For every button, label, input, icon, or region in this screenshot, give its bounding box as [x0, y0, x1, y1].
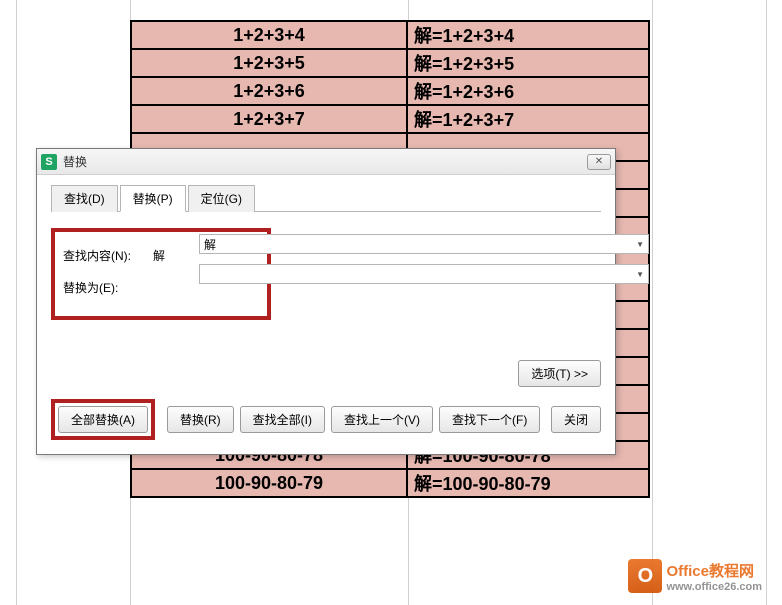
tab-replace[interactable]: 替换(P)	[120, 185, 186, 212]
find-all-button[interactable]: 查找全部(I)	[240, 406, 325, 433]
close-icon[interactable]: ✕	[587, 154, 611, 170]
table-row: 1+2+3+7解=1+2+3+7	[131, 105, 649, 133]
cell-b[interactable]: 解=1+2+3+7	[407, 105, 649, 133]
cell-a[interactable]: 1+2+3+7	[131, 105, 407, 133]
dialog-titlebar[interactable]: S 替换 ✕	[37, 149, 615, 175]
watermark-title: Office教程网	[666, 560, 762, 581]
find-what-label: 查找内容(N):	[63, 247, 153, 264]
cell-b[interactable]: 解=1+2+3+4	[407, 21, 649, 49]
replace-with-input[interactable]: ▼	[199, 264, 649, 284]
tab-find[interactable]: 查找(D)	[51, 185, 118, 212]
replace-with-label: 替换为(E):	[63, 279, 153, 296]
replace-all-highlight: 全部替换(A)	[51, 399, 155, 440]
close-button[interactable]: 关闭	[551, 406, 601, 433]
table-row: 100-90-80-79解=100-90-80-79	[131, 469, 649, 497]
wps-icon: S	[41, 154, 57, 170]
table-row: 1+2+3+6解=1+2+3+6	[131, 77, 649, 105]
chevron-down-icon[interactable]: ▼	[636, 240, 644, 249]
watermark-logo-icon: O	[628, 559, 662, 593]
table-row: 1+2+3+5解=1+2+3+5	[131, 49, 649, 77]
tab-goto[interactable]: 定位(G)	[188, 185, 255, 212]
options-button[interactable]: 选项(T) >>	[518, 360, 601, 387]
find-next-button[interactable]: 查找下一个(F)	[439, 406, 540, 433]
table-row: 1+2+3+4解=1+2+3+4	[131, 21, 649, 49]
replace-all-button[interactable]: 全部替换(A)	[58, 406, 148, 433]
cell-b[interactable]: 解=100-90-80-79	[407, 469, 649, 497]
watermark-url: www.office26.com	[666, 581, 762, 593]
watermark: O Office教程网 www.office26.com	[628, 559, 762, 593]
dialog-title: 替换	[63, 153, 587, 170]
cell-a[interactable]: 100-90-80-79	[131, 469, 407, 497]
cell-b[interactable]: 解=1+2+3+6	[407, 77, 649, 105]
find-what-value: 解	[204, 236, 216, 253]
cell-a[interactable]: 1+2+3+5	[131, 49, 407, 77]
find-prev-button[interactable]: 查找上一个(V)	[331, 406, 433, 433]
find-what-value-preview: 解	[153, 247, 165, 264]
dialog-tabs: 查找(D) 替换(P) 定位(G)	[51, 185, 601, 212]
cell-b[interactable]: 解=1+2+3+5	[407, 49, 649, 77]
find-what-input[interactable]: 解 ▼	[199, 234, 649, 254]
cell-a[interactable]: 1+2+3+6	[131, 77, 407, 105]
replace-dialog: S 替换 ✕ 查找(D) 替换(P) 定位(G) 查找内容(N): 解 替换为(…	[36, 148, 616, 455]
replace-button[interactable]: 替换(R)	[167, 406, 234, 433]
cell-a[interactable]: 1+2+3+4	[131, 21, 407, 49]
chevron-down-icon[interactable]: ▼	[636, 270, 644, 279]
